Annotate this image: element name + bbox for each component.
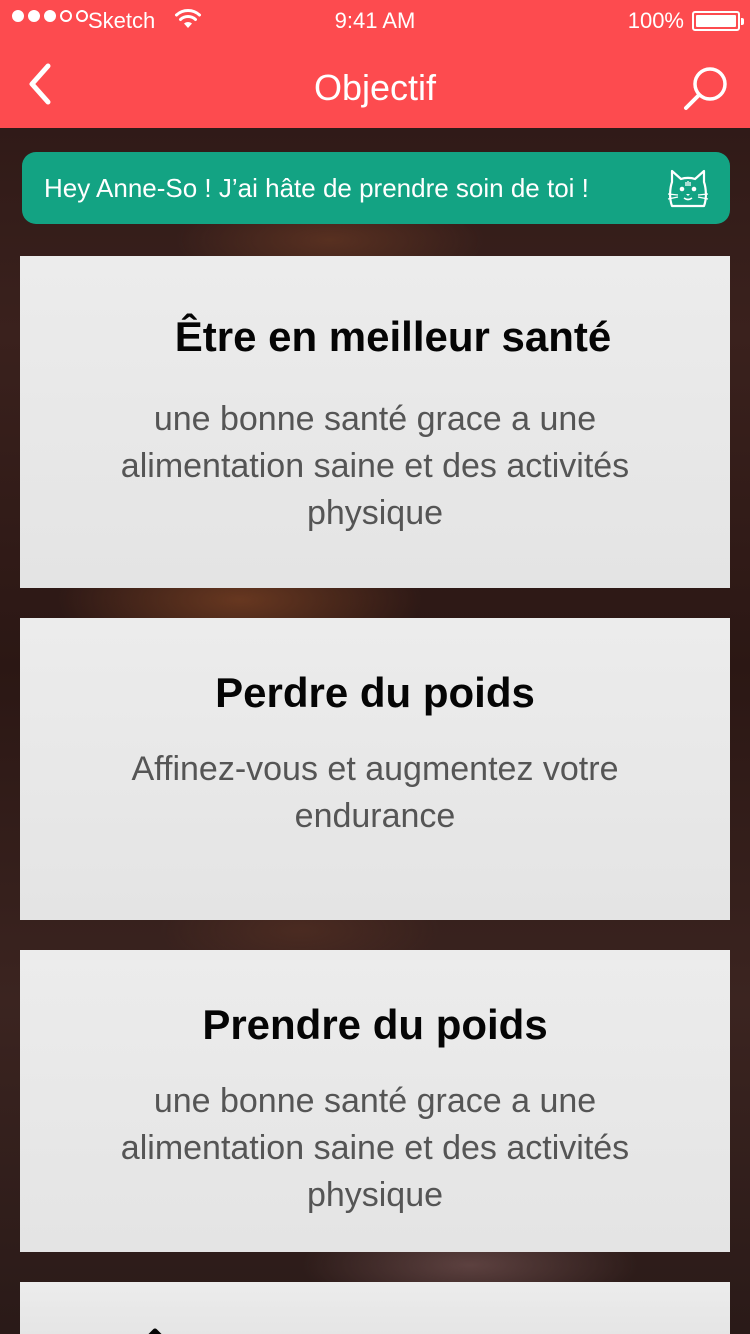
goal-title: Prendre du poids [202,1001,548,1048]
goal-title: Être en meilleur santé [174,313,612,360]
battery-icon [692,11,744,31]
goal-description: une bonne santé grace a une alimentation… [120,1082,630,1214]
header: Sketch 9:41 AM 100% Objectif [0,0,750,128]
search-button[interactable] [682,64,732,114]
caret-up-icon [148,1328,162,1334]
goal-title: Perdre du poids [215,669,535,716]
status-bar: Sketch 9:41 AM 100% [0,0,750,40]
greeting-text: Hey Anne-So ! J’ai hâte de prendre soin … [44,172,589,203]
search-icon [684,67,727,110]
goal-description: une bonne santé grace a une alimentation… [120,400,630,532]
greeting-banner: Hey Anne-So ! J’ai hâte de prendre soin … [22,152,730,224]
goal-card-gain-weight[interactable]: Prendre du poids une bonne santé grace a… [20,950,730,1252]
goal-card-partial[interactable] [20,1282,730,1334]
goal-card-lose-weight[interactable]: Perdre du poids Affinez-vous et augmente… [20,618,730,920]
cat-icon [667,169,709,208]
goal-description: Affinez-vous et augmentez votre enduranc… [131,750,619,835]
goal-card-better-health[interactable]: Être en meilleur santé une bonne santé g… [20,256,730,588]
battery-percentage: 100% [627,8,684,33]
page-title: Objectif [313,67,437,108]
